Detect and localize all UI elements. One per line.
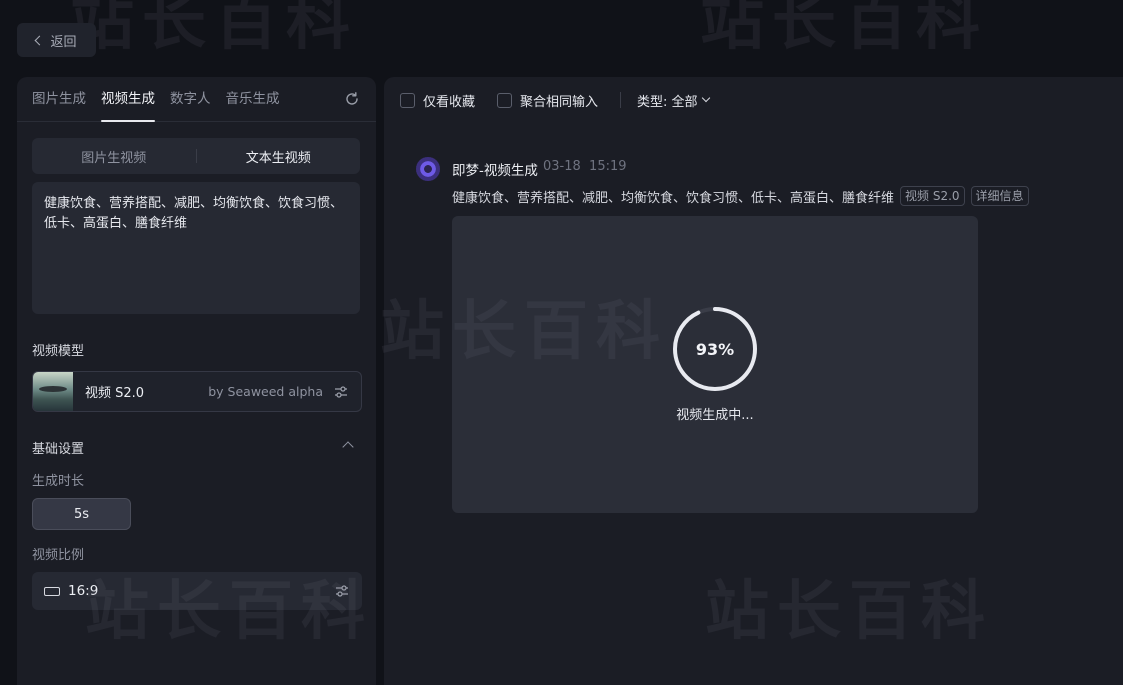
generation-type-tabs: 图片生成 视频生成 数字人 音乐生成 bbox=[17, 77, 376, 122]
model-thumbnail bbox=[33, 372, 73, 411]
sliders-icon[interactable] bbox=[334, 583, 350, 599]
tab-video-generation[interactable]: 视频生成 bbox=[101, 77, 155, 122]
tab-music-generation[interactable]: 音乐生成 bbox=[226, 77, 280, 122]
duration-option-5s[interactable]: 5s bbox=[32, 498, 131, 530]
progress-percent: 93% bbox=[695, 339, 735, 359]
model-provider: by Seaweed alpha bbox=[208, 384, 323, 399]
generation-title: 即梦-视频生成 bbox=[452, 163, 538, 179]
chevron-left-icon bbox=[35, 35, 45, 45]
merge-same-input-label[interactable]: 聚合相同输入 bbox=[520, 91, 598, 110]
settings-panel: 图片生成 视频生成 数字人 音乐生成 图片生视频 文本生视频 健康饮食、营养搭配… bbox=[17, 77, 376, 685]
progress-status: 视频生成中... bbox=[676, 408, 754, 423]
ratio-label: 视频比例 bbox=[32, 548, 85, 563]
generation-prompt: 健康饮食、营养搭配、减肥、均衡饮食、饮食习惯、低卡、高蛋白、膳食纤维 bbox=[452, 190, 895, 206]
merge-same-input-checkbox[interactable] bbox=[497, 92, 513, 108]
details-button[interactable]: 详细信息 bbox=[970, 186, 1029, 206]
watermark-top-left: 站长百科 bbox=[70, 0, 358, 59]
chevron-up-icon[interactable] bbox=[342, 441, 354, 453]
sliders-icon[interactable] bbox=[333, 384, 349, 400]
generation-time: 15:19 bbox=[589, 159, 627, 174]
app-root: 站长百科 站长百科 返回 图片生成 视频生成 数字人 音乐生成 图片生视频 文本… bbox=[0, 0, 1123, 685]
segment-text-to-video[interactable]: 文本生视频 bbox=[197, 147, 361, 166]
duration-label: 生成时长 bbox=[32, 474, 85, 489]
results-panel: 仅看收藏 聚合相同输入 类型: 全部 即梦-视频生成 03-18 15:19 健… bbox=[384, 77, 1123, 685]
video-preview: 93% 视频生成中... bbox=[452, 216, 978, 513]
type-filter-dropdown[interactable]: 类型: 全部 bbox=[637, 91, 710, 110]
model-tag: 视频 S2.0 bbox=[900, 186, 965, 206]
model-section-label: 视频模型 bbox=[32, 344, 85, 359]
video-mode-segment: 图片生视频 文本生视频 bbox=[32, 138, 360, 174]
aspect-ratio-icon bbox=[44, 586, 60, 596]
ratio-selector[interactable]: 16:9 bbox=[32, 572, 362, 610]
tab-digital-human[interactable]: 数字人 bbox=[170, 77, 211, 122]
basic-settings-label: 基础设置 bbox=[32, 442, 85, 457]
favorites-only-label[interactable]: 仅看收藏 bbox=[423, 91, 475, 110]
watermark-top-right: 站长百科 bbox=[700, 0, 988, 59]
generation-timestamp: 03-18 15:19 bbox=[543, 159, 627, 174]
ratio-value: 16:9 bbox=[68, 583, 99, 599]
back-button[interactable]: 返回 bbox=[17, 23, 96, 57]
toolbar-divider bbox=[620, 92, 622, 108]
model-name: 视频 S2.0 bbox=[85, 386, 145, 401]
tab-image-generation[interactable]: 图片生成 bbox=[32, 77, 86, 122]
prompt-input[interactable]: 健康饮食、营养搭配、减肥、均衡饮食、饮食习惯、低卡、高蛋白、膳食纤维 bbox=[32, 182, 360, 314]
segment-image-to-video[interactable]: 图片生视频 bbox=[32, 147, 196, 166]
generation-date: 03-18 bbox=[543, 159, 581, 174]
refresh-icon[interactable] bbox=[344, 91, 360, 107]
chevron-down-icon bbox=[701, 93, 710, 103]
generation-prompt-row: 健康饮食、营养搭配、减肥、均衡饮食、饮食习惯、低卡、高蛋白、膳食纤维 视频 S2… bbox=[452, 186, 1029, 206]
avatar bbox=[416, 157, 440, 181]
type-filter-label: 类型: 全部 bbox=[637, 94, 698, 110]
results-toolbar: 仅看收藏 聚合相同输入 类型: 全部 bbox=[400, 90, 710, 110]
back-label: 返回 bbox=[50, 34, 77, 50]
model-selector[interactable]: 视频 S2.0 by Seaweed alpha bbox=[32, 371, 362, 412]
favorites-only-checkbox[interactable] bbox=[400, 92, 415, 108]
